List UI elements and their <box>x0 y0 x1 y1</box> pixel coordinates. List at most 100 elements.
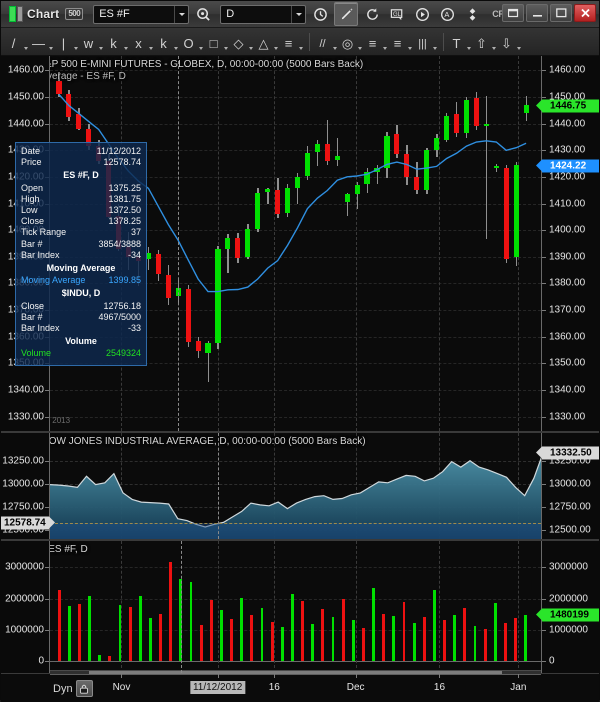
indu-pane-title: $INDU, DOW JONES INDUSTRIAL AVERAGE, D, … <box>6 436 366 447</box>
chevron-down-icon[interactable] <box>381 30 388 54</box>
chevron-down-icon[interactable] <box>122 30 129 54</box>
chevron-down-icon[interactable] <box>97 30 104 54</box>
draw-pencil-icon[interactable] <box>334 2 359 26</box>
parallel-channel-tool[interactable]: ≡ <box>280 30 304 54</box>
symbol-search-icon[interactable] <box>192 3 214 25</box>
indu-plot[interactable] <box>50 433 543 539</box>
chevron-down-icon[interactable] <box>47 30 54 54</box>
time-axis-label[interactable]: 16 <box>269 682 280 693</box>
chevron-down-icon[interactable] <box>406 30 413 54</box>
candle-body <box>185 288 191 343</box>
chevron-down-icon[interactable] <box>72 30 79 54</box>
alert-icon[interactable]: A <box>436 3 458 25</box>
triangle-tool[interactable]: △ <box>255 30 279 54</box>
ellipse-tool[interactable]: O <box>180 30 204 54</box>
data-window-row: Bar # 4967/5000 <box>21 312 141 323</box>
indu-cursor-band <box>50 522 541 539</box>
time-axis-label[interactable]: Nov <box>113 682 131 693</box>
axis-tick <box>45 416 49 418</box>
volume-baseline <box>50 661 541 662</box>
fibonacci-timezone-tool[interactable]: ||| <box>414 30 438 54</box>
axis-tick <box>45 483 49 485</box>
chevron-down-icon[interactable] <box>465 30 472 54</box>
time-template-icon[interactable] <box>309 3 331 25</box>
chevron-down-icon[interactable] <box>490 30 497 54</box>
gann-fan-tool[interactable]: x <box>130 30 154 54</box>
chevron-down-icon[interactable] <box>247 30 254 54</box>
sell-arrow-tool[interactable]: ⇩ <box>498 30 522 54</box>
time-axis[interactable]: Dyn Nov 11/12/2012 16 Dec 16 Jan <box>1 670 599 702</box>
volume-axis-left[interactable]: 3000000 2000000 1000000 0 <box>1 541 50 673</box>
indu-tick-label: 12500.00 <box>549 524 591 536</box>
horizontal-line-tool[interactable]: — <box>30 30 54 54</box>
rectangle-tool[interactable]: □ <box>205 30 229 54</box>
andrews-pitchfork-tool[interactable]: k <box>105 30 129 54</box>
axis-tick <box>45 506 49 508</box>
fibonacci-retracement-tool[interactable]: ≡ <box>364 30 388 54</box>
volume-bar <box>301 600 304 661</box>
price-tick-label: 1410.00 <box>549 198 586 210</box>
chevron-down-icon[interactable] <box>197 30 204 54</box>
data-window-value: 12578.74 <box>103 157 141 168</box>
buy-arrow-tool[interactable]: ⇧ <box>473 30 497 54</box>
restore-down-button[interactable] <box>502 4 524 22</box>
maximize-button[interactable] <box>550 4 572 22</box>
chevron-down-icon[interactable] <box>356 30 363 54</box>
vertical-line-tool[interactable]: | <box>55 30 79 54</box>
volume-axis-right[interactable]: 3000000 2000000 1000000 0 <box>541 541 599 673</box>
data-window-row: Open 1375.25 <box>21 183 141 194</box>
volume-pane[interactable]: 3000000 2000000 1000000 0 3000000 2000000 100… <box>1 541 599 674</box>
candle-body <box>344 194 350 203</box>
fibonacci-lines-tool[interactable]: // <box>314 30 338 54</box>
data-window-value: 2549324 <box>105 348 141 359</box>
time-axis-label[interactable]: Jan <box>510 682 526 693</box>
volume-plot[interactable] <box>50 541 541 673</box>
time-axis-label[interactable]: 11/12/2012 <box>189 681 246 694</box>
chevron-down-icon[interactable] <box>22 30 29 54</box>
interval-combo[interactable]: D <box>220 4 307 24</box>
vertical-line-icon: | <box>61 36 66 51</box>
chevron-down-icon[interactable] <box>515 30 522 54</box>
indu-pane[interactable]: 13250.00 13000.00 12750.00 12500.00 13250.0… <box>1 433 599 541</box>
time-axis-label[interactable]: 16 <box>434 682 445 693</box>
compare-icon[interactable] <box>461 3 483 25</box>
axis-tick <box>45 629 49 631</box>
volume-bar <box>311 624 315 661</box>
price-tick-label: 1330.00 <box>549 411 586 423</box>
chevron-down-icon[interactable] <box>174 5 188 23</box>
time-axis-label[interactable]: Dec <box>347 682 365 693</box>
chevron-down-icon[interactable] <box>272 30 279 54</box>
chevron-down-icon[interactable] <box>297 30 304 54</box>
trendline-icon: / <box>11 36 16 51</box>
close-button[interactable] <box>574 4 596 22</box>
lock-icon[interactable] <box>75 680 93 697</box>
chevron-down-icon[interactable] <box>291 5 305 23</box>
trendline-tool[interactable]: / <box>5 30 29 54</box>
text-annotation-icon[interactable]: GL <box>386 3 408 25</box>
parallelogram-tool[interactable]: ◇ <box>230 30 254 54</box>
chevron-down-icon[interactable] <box>147 30 154 54</box>
refresh-icon[interactable] <box>361 3 383 25</box>
fibonacci-extension-tool[interactable]: ≡ <box>389 30 413 54</box>
chevron-down-icon[interactable] <box>172 30 179 54</box>
price-tick-label: 1380.00 <box>549 277 586 289</box>
chevron-down-icon[interactable] <box>431 30 438 54</box>
vertical-gridline <box>121 541 123 673</box>
fibonacci-circle-tool[interactable]: ◎ <box>339 30 363 54</box>
axis-tick <box>45 96 49 98</box>
minimize-button[interactable] <box>526 4 548 22</box>
axis-tick <box>542 529 546 531</box>
chevron-down-icon[interactable] <box>222 30 229 54</box>
volume-bar <box>504 622 507 661</box>
play-icon[interactable] <box>411 3 433 25</box>
candle-body <box>444 115 450 140</box>
dynamic-time-control[interactable]: Dyn <box>53 680 93 697</box>
text-tool[interactable]: T <box>448 30 472 54</box>
fibonacci-timezone-icon: ||| <box>418 37 427 50</box>
fan-lines-tool[interactable]: k <box>155 30 179 54</box>
price-axis-right[interactable]: 1460.00 1450.00 1440.00 1430.00 1420.00 1410.… <box>541 56 599 431</box>
polyline-tool[interactable]: w <box>80 30 104 54</box>
chevron-down-icon[interactable] <box>331 30 338 54</box>
symbol-combo[interactable]: ES #F <box>93 4 190 24</box>
data-window-tooltip[interactable]: Date 11/12/2012 Price 12578.74 ES #F, D Open 1… <box>15 142 147 366</box>
